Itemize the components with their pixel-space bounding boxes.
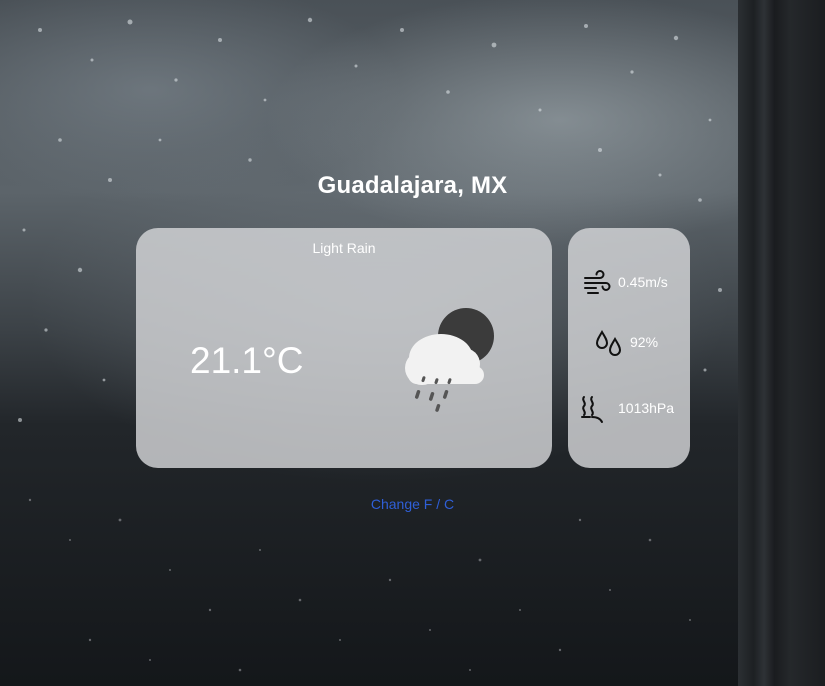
pressure-stat: 1013hPa [568,394,690,424]
temperature-value: 21.1°C [190,340,304,381]
current-weather-card: Light Rain 21.1°C [136,228,552,468]
wind-value: 0.45m/s [618,274,668,290]
humidity-value: 92% [630,334,659,350]
wind-icon [584,270,611,294]
window-frame [738,0,825,686]
pressure-value: 1013hPa [618,400,675,416]
unit-toggle-link[interactable]: Change F / C [0,496,825,512]
droplets-icon [595,330,622,356]
humidity-stat: 92% [568,328,690,358]
weather-condition: Light Rain [312,240,376,256]
pressure-waves-icon [581,396,603,423]
weather-details-card: 0.45m/s 92% 1013hPa [568,228,690,468]
city-title: Guadalajara, MX [317,172,508,199]
cloud-sun-rain-icon [405,308,494,412]
wind-stat: 0.45m/s [568,268,690,298]
